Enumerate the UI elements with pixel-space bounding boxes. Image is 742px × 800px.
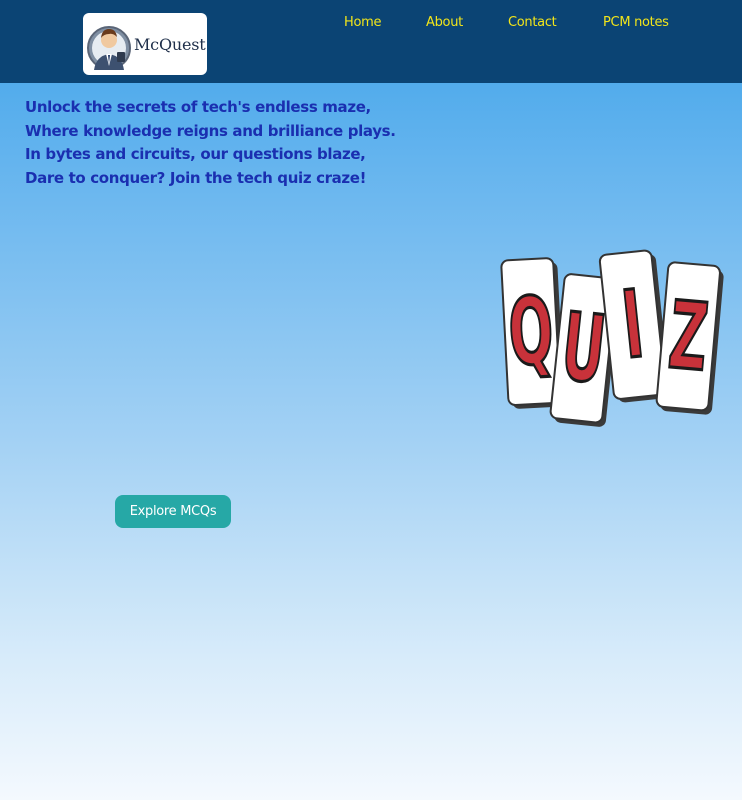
nav-pcm-notes-link[interactable]: PCM notes: [603, 15, 669, 30]
poem-line: Where knowledge reigns and brilliance pl…: [25, 121, 396, 140]
poem-line: In bytes and circuits, our questions bla…: [25, 145, 366, 163]
logo-text: McQuest: [134, 34, 206, 54]
nav-about-link[interactable]: About: [426, 15, 463, 30]
navbar: McQuest Home About Contact PCM notes: [0, 0, 742, 83]
quiz-illustration: Q U I Z: [500, 249, 724, 427]
nav-contact-link[interactable]: Contact: [508, 15, 557, 30]
poem-line: Dare to conquer? Join the tech quiz craz…: [25, 168, 367, 187]
hero-poem: Unlock the secrets of tech's endless maz…: [25, 96, 425, 190]
nav-home-link[interactable]: Home: [344, 15, 382, 30]
quiz-letter: Q: [506, 276, 556, 387]
poem-line: Unlock the secrets of tech's endless maz…: [25, 98, 371, 116]
explore-mcqs-button[interactable]: Explore MCQs: [115, 495, 231, 528]
nav-links: Home About Contact PCM notes: [0, 15, 742, 35]
